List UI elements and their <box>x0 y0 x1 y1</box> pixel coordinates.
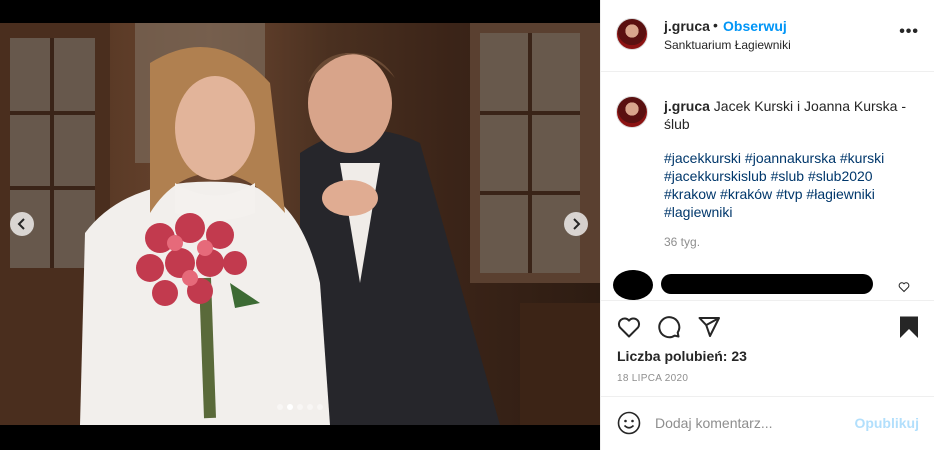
hashtag-link[interactable]: #slub <box>771 168 804 184</box>
post-media <box>0 0 600 450</box>
heart-icon[interactable] <box>617 315 641 339</box>
hashtag-link[interactable]: #krakow <box>664 186 716 202</box>
post-date: 18 LIPCA 2020 <box>617 373 689 384</box>
comment-input[interactable] <box>655 411 845 435</box>
chevron-left-icon <box>17 218 25 230</box>
redacted-commenter-avatar <box>613 270 653 300</box>
emoji-icon[interactable] <box>617 411 641 435</box>
likes-count[interactable]: Liczba polubień: 23 <box>617 348 747 364</box>
hashtag-link[interactable]: #kurski <box>840 150 884 166</box>
caption-time-ago: 36 tyg. <box>664 235 701 249</box>
carousel-dot <box>287 404 293 410</box>
post-header: j.gruca • Obserwuj Sanktuarium Łagiewnik… <box>601 0 934 72</box>
carousel-dot <box>317 404 323 410</box>
location-link[interactable]: Sanktuarium Łagiewniki <box>664 38 791 52</box>
caption-avatar[interactable] <box>616 96 648 128</box>
carousel-dot <box>277 404 283 410</box>
action-bar <box>601 300 934 339</box>
redacted-comment <box>661 274 873 294</box>
comment-icon[interactable] <box>657 315 681 339</box>
wedding-photo-illustration <box>0 23 600 425</box>
avatar[interactable] <box>616 18 648 50</box>
bookmark-icon[interactable] <box>897 315 921 339</box>
hashtag-link[interactable]: #kraków <box>720 186 772 202</box>
paper-plane-icon[interactable] <box>697 315 721 339</box>
comment-heart-icon[interactable] <box>898 281 910 293</box>
hashtag-link[interactable]: #jacekkurski <box>664 150 741 166</box>
caption: j.gruca Jacek Kurski i Joanna Kurska - ś… <box>664 97 914 133</box>
separator-dot: • <box>713 17 718 33</box>
hashtag-link[interactable]: #jacekkurskislub <box>664 168 767 184</box>
comments-list: j.gruca Jacek Kurski i Joanna Kurska - ś… <box>601 72 934 300</box>
caption-username[interactable]: j.gruca <box>664 98 710 114</box>
carousel-indicator <box>0 404 600 410</box>
post-username[interactable]: j.gruca <box>664 18 710 34</box>
hashtag-link[interactable]: #slub2020 <box>808 168 873 184</box>
add-comment-bar: Opublikuj <box>601 396 934 450</box>
more-options-button[interactable]: ••• <box>899 24 919 40</box>
post-photo[interactable] <box>0 23 600 425</box>
hashtag-link[interactable]: #tvp <box>776 186 802 202</box>
next-slide-button[interactable] <box>564 212 588 236</box>
hashtag-list: #jacekkurski #joannakurska #kurski #jace… <box>664 149 914 221</box>
post-details-panel: j.gruca • Obserwuj Sanktuarium Łagiewnik… <box>600 0 934 450</box>
carousel-dot <box>307 404 313 410</box>
chevron-right-icon <box>573 218 581 230</box>
publish-button[interactable]: Opublikuj <box>854 415 919 431</box>
hashtag-link[interactable]: #łagiewniki <box>806 186 874 202</box>
previous-slide-button[interactable] <box>10 212 34 236</box>
carousel-dot <box>297 404 303 410</box>
hashtag-link[interactable]: #joannakurska <box>745 150 836 166</box>
hashtag-link[interactable]: #lagiewniki <box>664 204 732 220</box>
follow-button[interactable]: Obserwuj <box>723 18 787 34</box>
